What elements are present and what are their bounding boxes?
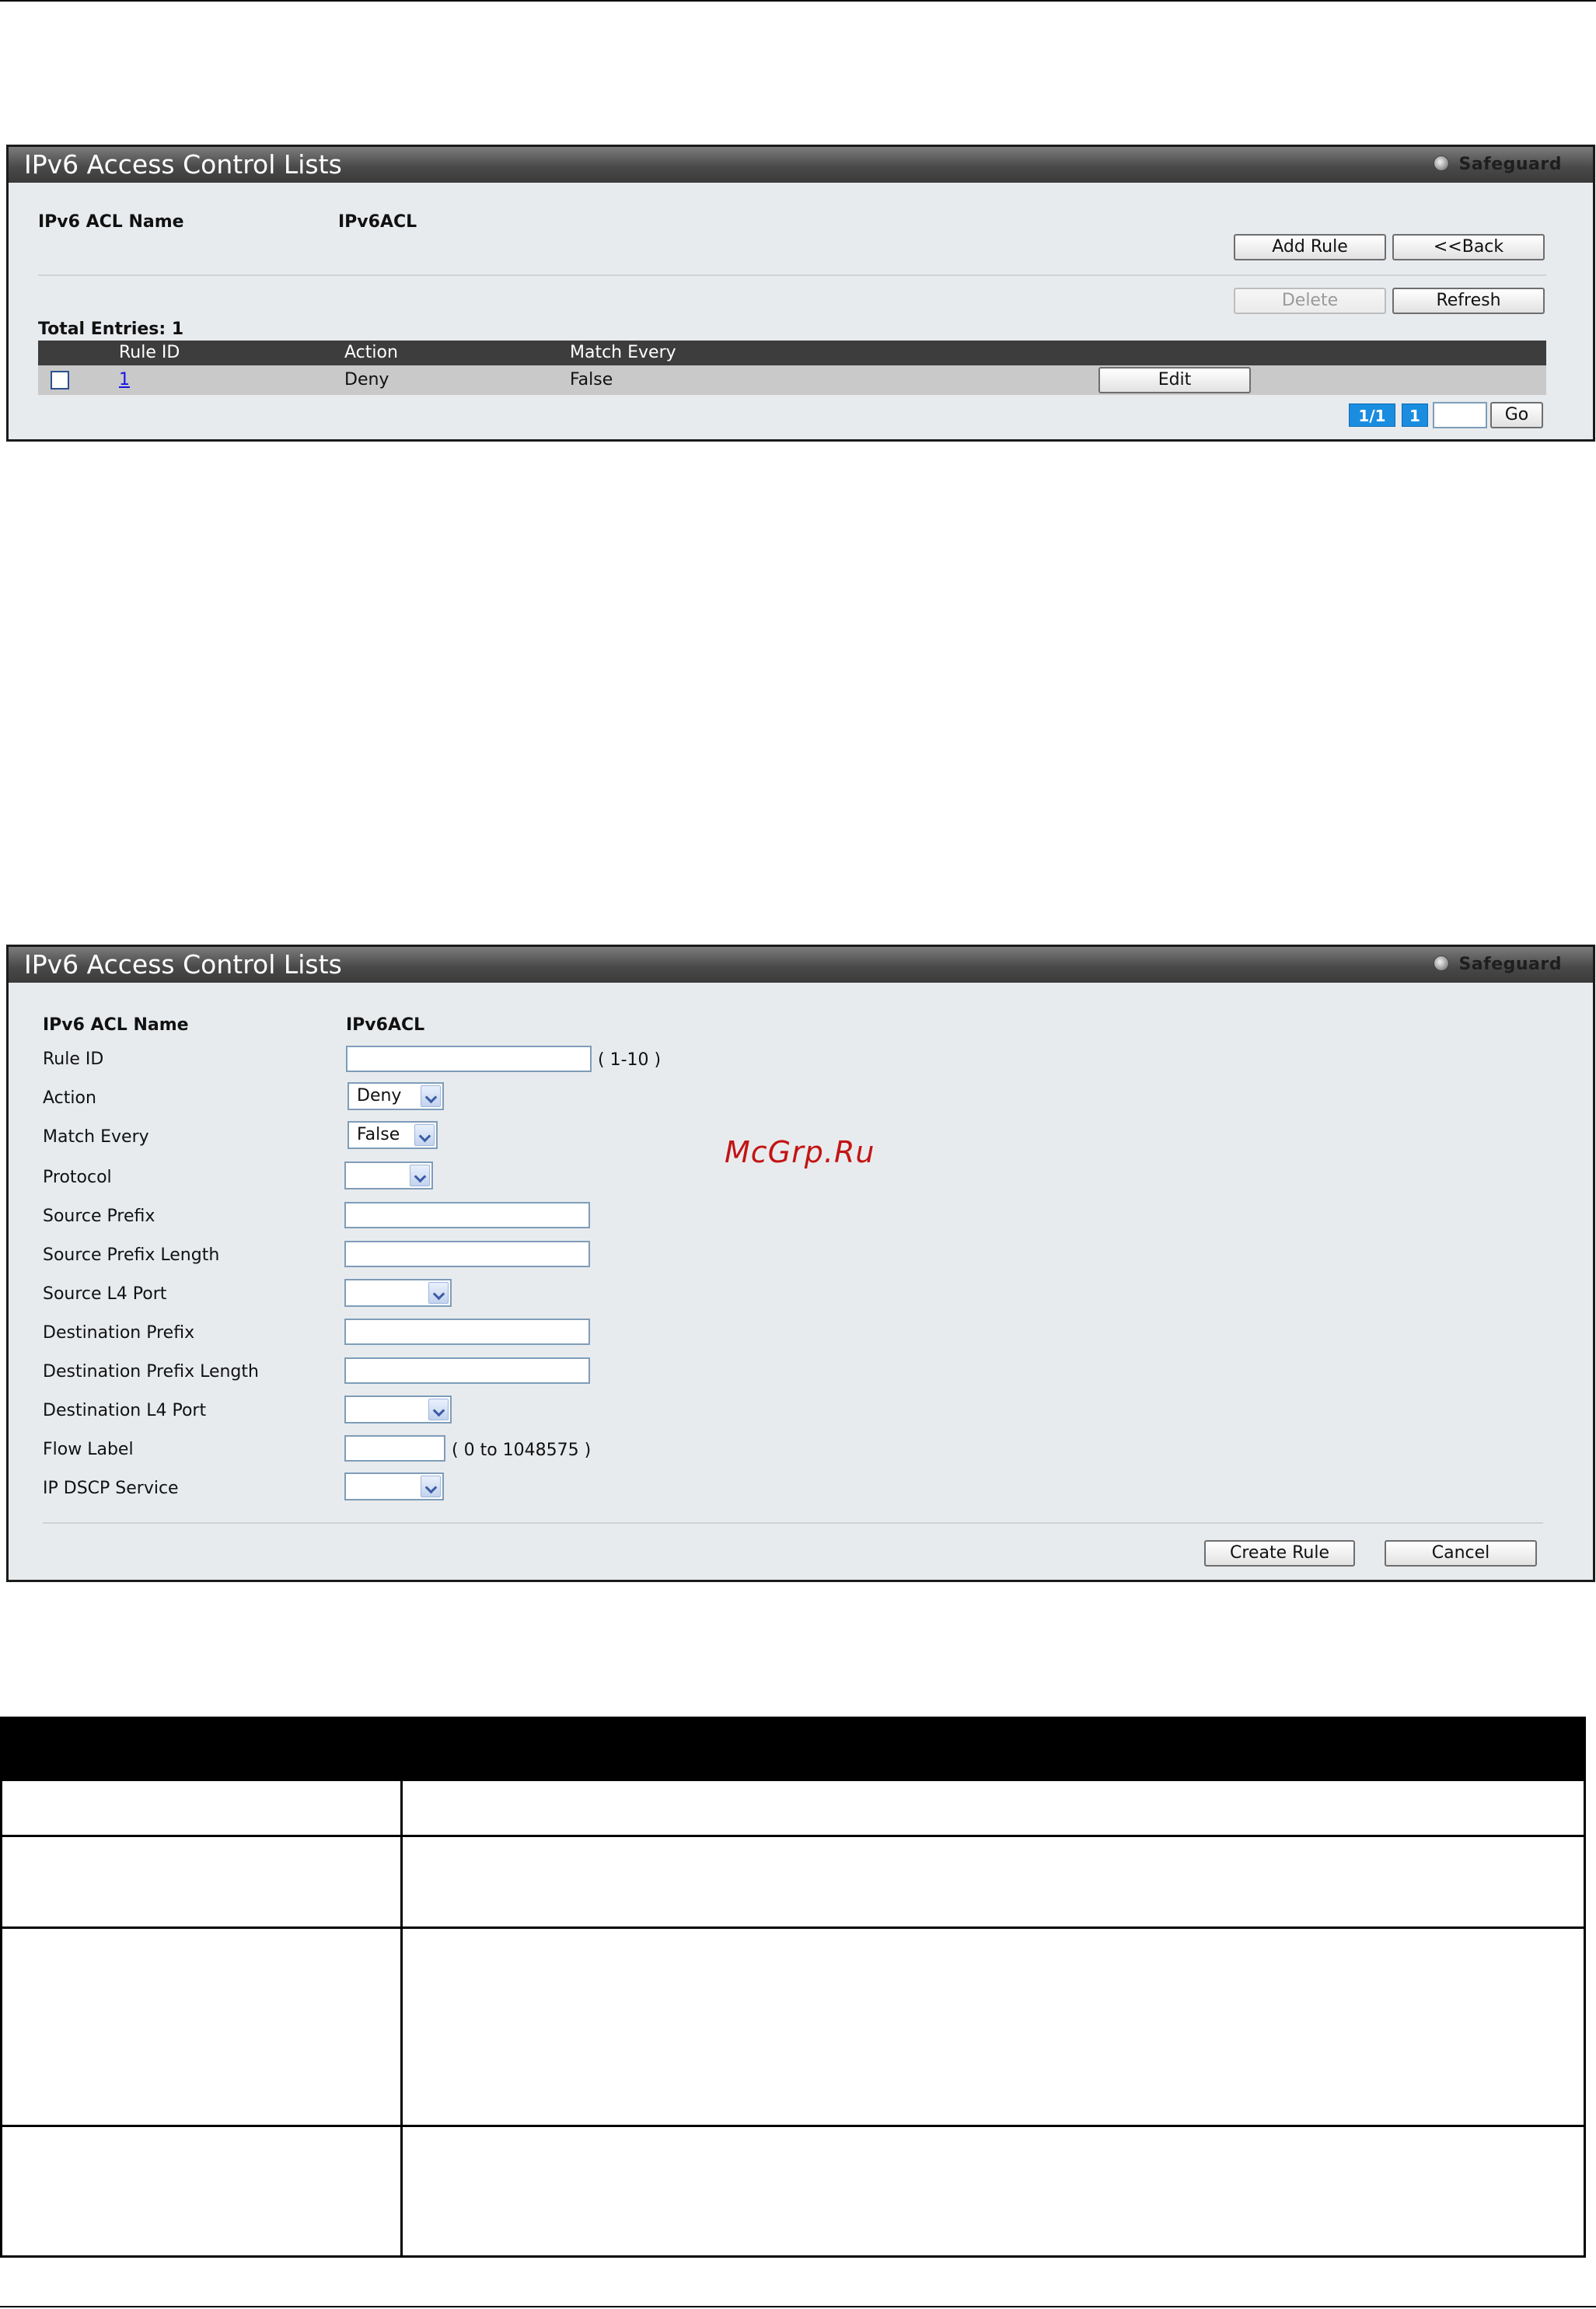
row-match-every: False: [570, 370, 613, 389]
action-label: Action: [43, 1088, 96, 1108]
source-prefix-label: Source Prefix: [43, 1207, 155, 1226]
source-l4-port-label: Source L4 Port: [43, 1284, 167, 1304]
acl-list-panel: IPv6 Access Control Lists Safeguard IPv6…: [6, 145, 1595, 442]
acl-name-value: IPv6ACL: [338, 212, 417, 232]
go-button[interactable]: Go: [1490, 402, 1543, 428]
safeguard-label: Safeguard: [1458, 955, 1562, 974]
source-prefix-input[interactable]: [344, 1202, 590, 1228]
chevron-down-icon: [421, 1476, 441, 1497]
back-button[interactable]: <<Back: [1392, 234, 1545, 260]
bottom-rule: [0, 2306, 1596, 2307]
action-value: Deny: [357, 1086, 402, 1106]
safeguard-icon: [1434, 955, 1450, 971]
chevron-down-icon: [421, 1085, 441, 1107]
cancel-button[interactable]: Cancel: [1385, 1540, 1537, 1567]
column-action: Action: [344, 343, 398, 362]
refresh-button[interactable]: Refresh: [1392, 288, 1545, 314]
create-rule-button[interactable]: Create Rule: [1204, 1540, 1355, 1567]
page-input[interactable]: [1433, 402, 1487, 428]
flow-label-hint: ( 0 to 1048575 ): [452, 1441, 592, 1460]
ip-dscp-service-label: IP DSCP Service: [43, 1479, 179, 1498]
delete-button[interactable]: Delete: [1234, 288, 1386, 314]
acl-name-label: IPv6 ACL Name: [43, 1015, 189, 1035]
divider: [43, 1522, 1543, 1524]
column-rule-id: Rule ID: [119, 343, 180, 362]
add-rule-panel: IPv6 Access Control Lists Safeguard IPv6…: [6, 945, 1595, 1582]
destination-prefix-label: Destination Prefix: [43, 1323, 195, 1343]
divider: [38, 274, 1546, 276]
column-divider: [400, 1781, 403, 2255]
rule-id-input[interactable]: [346, 1046, 592, 1072]
destination-prefix-length-input[interactable]: [344, 1357, 590, 1384]
destination-l4-port-select[interactable]: [344, 1396, 452, 1423]
description-table: [0, 1717, 1586, 2258]
rule-id-hint: ( 1-10 ): [598, 1050, 662, 1070]
flow-label-label: Flow Label: [43, 1440, 134, 1459]
destination-l4-port-label: Destination L4 Port: [43, 1401, 207, 1420]
acl-name-value: IPv6ACL: [346, 1015, 425, 1035]
total-entries: Total Entries: 1: [38, 320, 184, 339]
safeguard-label: Safeguard: [1458, 155, 1562, 174]
page-count-badge: 1/1: [1349, 403, 1395, 427]
edit-button[interactable]: Edit: [1098, 367, 1251, 393]
destination-prefix-length-label: Destination Prefix Length: [43, 1362, 259, 1382]
action-select[interactable]: Deny: [347, 1082, 444, 1110]
ip-dscp-service-select[interactable]: [344, 1472, 444, 1500]
watermark: McGrp.Ru: [725, 1135, 875, 1169]
flow-label-input[interactable]: [344, 1435, 445, 1462]
chevron-down-icon: [410, 1165, 430, 1186]
acl-name-label: IPv6 ACL Name: [38, 212, 184, 232]
protocol-select[interactable]: [344, 1161, 433, 1189]
match-every-select[interactable]: False: [347, 1121, 438, 1149]
chevron-down-icon: [428, 1282, 449, 1304]
table-row: 1 Deny False Edit: [38, 365, 1546, 395]
protocol-label: Protocol: [43, 1168, 112, 1187]
table-header: [2, 1719, 1584, 1781]
page-number-link[interactable]: 1: [1402, 403, 1428, 427]
row-select-checkbox[interactable]: [51, 371, 69, 389]
row-divider: [2, 2125, 1584, 2127]
column-match-every: Match Every: [570, 343, 676, 362]
chevron-down-icon: [428, 1399, 449, 1420]
table-header: Rule ID Action Match Every: [38, 341, 1546, 365]
rule-id-link[interactable]: 1: [119, 370, 130, 389]
add-rule-button[interactable]: Add Rule: [1234, 234, 1386, 260]
source-l4-port-select[interactable]: [344, 1279, 452, 1307]
match-every-label: Match Every: [43, 1127, 149, 1147]
source-prefix-length-input[interactable]: [344, 1241, 590, 1267]
panel-title: IPv6 Access Control Lists: [9, 947, 1593, 983]
row-action: Deny: [344, 370, 389, 389]
match-every-value: False: [357, 1125, 400, 1144]
destination-prefix-input[interactable]: [344, 1319, 590, 1345]
row-divider: [2, 1835, 1584, 1837]
rule-id-label: Rule ID: [43, 1050, 104, 1069]
row-divider: [2, 1926, 1584, 1929]
panel-title: IPv6 Access Control Lists: [9, 147, 1593, 183]
chevron-down-icon: [414, 1124, 435, 1146]
source-prefix-length-label: Source Prefix Length: [43, 1245, 220, 1265]
safeguard-indicator: Safeguard: [1434, 947, 1562, 983]
top-rule: [0, 0, 1596, 2]
safeguard-indicator: Safeguard: [1434, 147, 1562, 183]
safeguard-icon: [1434, 155, 1450, 171]
